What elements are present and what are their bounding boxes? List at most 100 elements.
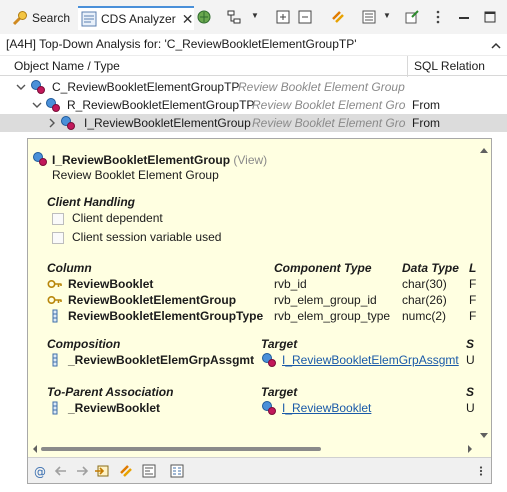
field-icon [47,352,63,368]
expand-all-icon[interactable] [275,9,291,25]
client-session-variable-label: Client session variable used [72,230,222,244]
scroll-left-icon[interactable] [31,444,39,454]
column-component-type: rvb_elem_group_id [274,293,377,307]
cds-entity-icon [30,79,46,95]
composition-header: Composition [47,337,121,351]
popup-subtitle: Review Booklet Element Group [52,168,219,182]
client-handling-heading: Client Handling [47,195,135,209]
tree-column-header: Object Name / Type SQL Relation [0,55,507,77]
forward-arrow-icon[interactable] [74,463,90,479]
column-component-type: rvb_elem_group_type [274,309,391,323]
column-name: ReviewBooklet [68,277,154,291]
close-icon[interactable]: ✕ [182,11,194,28]
to-parent-target-link[interactable]: I_ReviewBooklet [282,401,371,415]
chevron-right-icon[interactable] [47,118,57,128]
cds-entity-icon [32,151,48,167]
tree-row-name: R_ReviewBookletElementGroupTP [67,98,255,112]
scroll-up-icon[interactable] [480,147,488,155]
client-dependent-label: Client dependent [72,211,163,225]
refresh-globe-icon[interactable] [196,9,212,25]
client-dependent-checkbox [52,213,64,225]
minimize-icon[interactable] [456,9,472,25]
key-icon [47,276,63,292]
analysis-title: [A4H] Top-Down Analysis for: 'C_ReviewBo… [6,37,357,51]
column-name: ReviewBookletElementGroup [68,293,237,307]
column-data-type: char(26) [402,293,447,307]
element-info-popup: I_ReviewBookletElementGroup (View) Revie… [27,138,492,484]
scroll-right-icon[interactable] [466,444,474,454]
cds-entity-icon [261,400,277,416]
collapse-all-icon[interactable] [297,9,313,25]
tab-search-label: Search [32,11,71,25]
to-parent-name: _ReviewBooklet [68,401,161,415]
maximize-icon[interactable] [482,9,498,25]
link-with-editor-icon[interactable] [118,463,134,479]
tree-row-name: C_ReviewBookletElementGroupTP [52,80,240,94]
open-declaration-icon[interactable] [94,463,110,479]
column-table-header: Column [47,261,92,275]
cds-entity-icon [45,97,61,113]
at-sign-icon[interactable]: @ [32,463,48,479]
popup-title-name: I_ReviewBookletElementGroup [52,153,231,167]
truncated-header: L [469,261,477,275]
composition-truncated-header: S [466,337,475,351]
source-view-icon[interactable] [141,463,157,479]
svg-text:@: @ [34,465,46,479]
cds-entity-icon [60,115,76,131]
column-header-sql-relation[interactable]: SQL Relation [414,59,485,73]
chevron-down-icon[interactable]: ▼ [251,11,259,20]
search-flashlight-icon [12,10,28,26]
more-options-icon[interactable] [430,9,446,25]
to-parent-target-header: Target [261,385,298,399]
column-name: ReviewBookletElementGroupType [68,309,264,323]
chevron-down-icon[interactable]: ▼ [383,11,391,20]
tab-cds-analyzer[interactable]: CDS Analyzer ✕ [78,6,194,30]
popup-title: I_ReviewBookletElementGroup (View) [52,153,267,167]
column-header-object-name[interactable]: Object Name / Type [14,59,120,73]
to-parent-association-header: To-Parent Association [47,385,174,399]
field-icon [47,400,63,416]
link-with-editor-icon[interactable] [330,9,346,25]
to-parent-extra: U [466,401,475,415]
tree-row[interactable]: C_ReviewBookletElementGroupTP Review Boo… [0,78,507,96]
horizontal-scroll-thumb[interactable] [41,447,321,451]
popup-title-kind: (View) [233,153,268,167]
component-type-header: Component Type [274,261,372,275]
column-extra: F [469,277,477,291]
scroll-down-icon[interactable] [480,431,488,439]
tab-cds-label: CDS Analyzer [101,12,176,26]
cds-analyzer-icon [81,11,97,27]
tree-row-description: Review Booklet Element Group [238,80,405,94]
more-options-icon[interactable] [476,466,486,476]
chevron-down-icon[interactable] [16,82,26,92]
composition-extra: U [466,353,475,367]
vertical-scrollbar[interactable] [477,139,491,455]
cds-entity-icon [261,352,277,368]
data-type-header: Data Type [402,261,459,275]
composition-target-link[interactable]: I_ReviewBookletElemGrpAssgmt [282,353,459,367]
chevron-down-icon[interactable] [32,100,42,110]
horizontal-scrollbar[interactable] [28,442,477,455]
field-icon [47,308,63,324]
to-parent-truncated-header: S [466,385,475,399]
popup-toolbar: @ [28,457,491,483]
column-separator[interactable] [407,56,408,77]
chevron-up-icon[interactable] [490,40,502,52]
key-icon [47,292,63,308]
view-menu-list-icon[interactable] [361,9,377,25]
tree-row-selected[interactable]: I_ReviewBookletElementGroup Review Bookl… [0,114,507,132]
column-component-type: rvb_id [274,277,307,291]
column-extra: F [469,293,477,307]
element-info-view-icon[interactable] [169,463,185,479]
edit-export-icon[interactable] [404,9,420,25]
tab-search[interactable]: Search [12,6,70,30]
tree-row-name: I_ReviewBookletElementGroup [84,116,251,130]
hierarchy-icon[interactable] [226,9,242,25]
composition-name: _ReviewBookletElemGrpAssgmt [68,353,255,367]
column-data-type: char(30) [402,277,447,291]
composition-target-header: Target [261,337,298,351]
column-data-type: numc(2) [402,309,447,323]
back-arrow-icon[interactable] [53,463,69,479]
tree-row-description: Review Booklet Element Group [252,116,406,130]
tree-row[interactable]: R_ReviewBookletElementGroupTP Review Boo… [0,96,507,114]
